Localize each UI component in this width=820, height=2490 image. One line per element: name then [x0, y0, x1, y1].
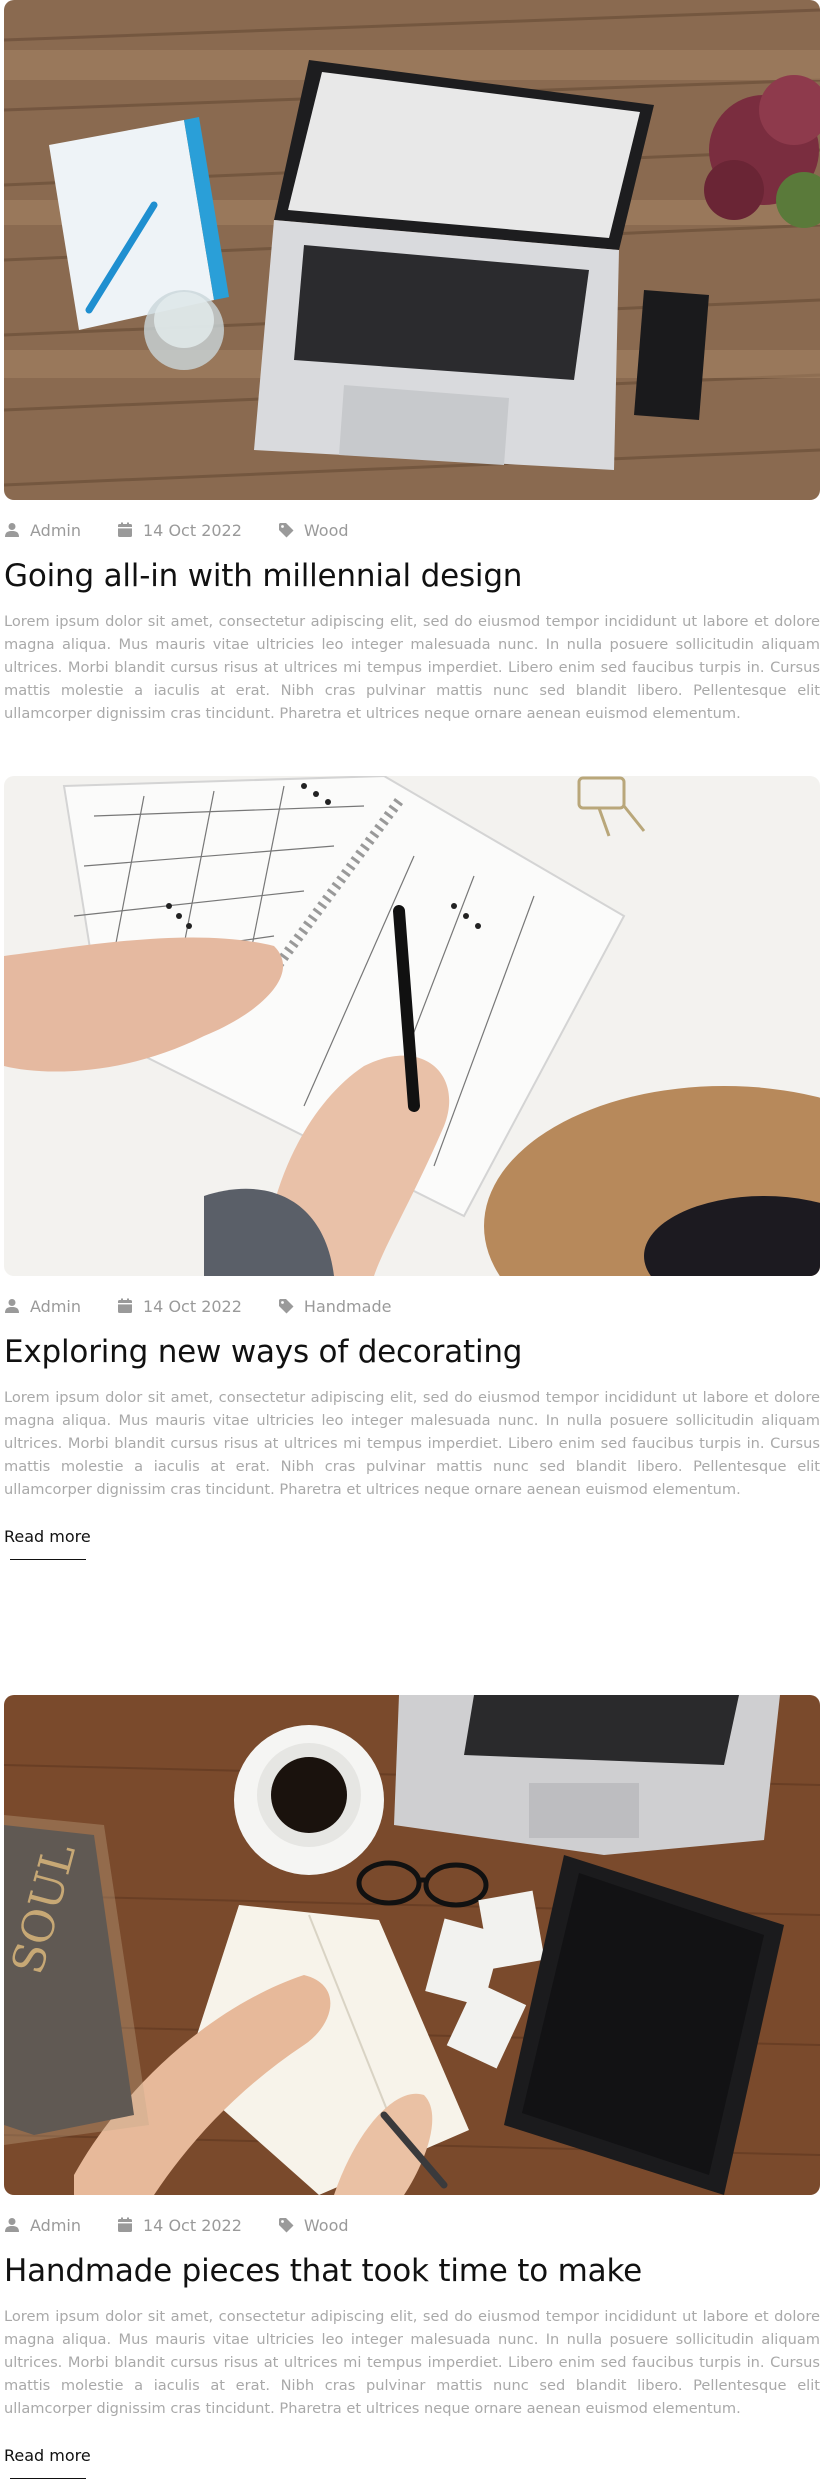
- post-excerpt: Lorem ipsum dolor sit amet, consectetur …: [4, 613, 820, 722]
- post-date-label: 14 Oct 2022: [143, 520, 242, 540]
- journal-coffee-desk-image: SOUL: [4, 1695, 820, 2195]
- post-date: 14 Oct 2022: [117, 2216, 242, 2235]
- blog-post: Admin 14 Oct 2022 Handmade Exploring new…: [4, 776, 820, 1560]
- read-more-link[interactable]: Read more: [4, 2446, 91, 2479]
- user-icon: [5, 523, 19, 537]
- post-author[interactable]: Admin: [4, 1297, 81, 1316]
- post-author-label: Admin: [30, 520, 81, 540]
- read-more-label: Read more: [4, 1527, 91, 1546]
- post-author[interactable]: Admin: [4, 2216, 81, 2235]
- read-more-underline: [10, 1558, 86, 1560]
- post-category[interactable]: Handmade: [278, 1296, 392, 1316]
- post-category-label: Wood: [303, 520, 349, 540]
- user-icon: [5, 2218, 19, 2232]
- post-meta: Admin 14 Oct 2022 Wood: [4, 518, 820, 542]
- post-author[interactable]: Admin: [4, 521, 81, 540]
- post-excerpt: Lorem ipsum dolor sit amet, consectetur …: [4, 1389, 820, 1498]
- post-date: 14 Oct 2022: [117, 1297, 242, 1316]
- post-category-label: Wood: [303, 2215, 349, 2235]
- post-category[interactable]: Wood: [278, 2216, 349, 2235]
- tag-icon: [278, 2218, 294, 2233]
- post-meta: Admin 14 Oct 2022 Wood: [4, 2213, 820, 2237]
- post-date-label: 14 Oct 2022: [143, 2215, 242, 2235]
- read-more-link[interactable]: Read more: [4, 1527, 91, 1560]
- post-excerpt: Lorem ipsum dolor sit amet, consectetur …: [4, 2308, 820, 2417]
- laptop-on-wood-table-image: [4, 0, 820, 500]
- post-category[interactable]: Wood: [278, 521, 349, 540]
- read-more-label: Read more: [4, 2446, 91, 2465]
- calendar-icon: [118, 522, 132, 537]
- user-icon: [5, 1299, 19, 1313]
- calendar-icon: [118, 1298, 132, 1313]
- post-title[interactable]: Handmade pieces that took time to make: [4, 2251, 820, 2291]
- post-image-journal[interactable]: SOUL: [4, 1695, 820, 2195]
- post-image-laptop-desk[interactable]: [4, 0, 820, 500]
- post-meta: Admin 14 Oct 2022 Handmade: [4, 1294, 820, 1318]
- post-author-label: Admin: [30, 2215, 81, 2235]
- tag-icon: [278, 1299, 294, 1314]
- post-title[interactable]: Going all-in with millennial design: [4, 556, 820, 596]
- hands-writing-planner-image: [4, 776, 820, 1276]
- calendar-icon: [118, 2217, 132, 2232]
- post-author-label: Admin: [30, 1296, 81, 1316]
- post-category-label: Handmade: [303, 1296, 392, 1316]
- post-date-label: 14 Oct 2022: [143, 1296, 242, 1316]
- post-image-planner[interactable]: [4, 776, 820, 1276]
- tag-icon: [278, 523, 294, 538]
- blog-post: Admin 14 Oct 2022 Wood Going all-in with…: [4, 0, 820, 725]
- blog-post: SOUL Admin 14 Oct 2022 Wood Handmade pie…: [4, 1695, 820, 2479]
- read-more-underline: [10, 2477, 86, 2479]
- post-title[interactable]: Exploring new ways of decorating: [4, 1332, 820, 1372]
- post-date: 14 Oct 2022: [117, 521, 242, 540]
